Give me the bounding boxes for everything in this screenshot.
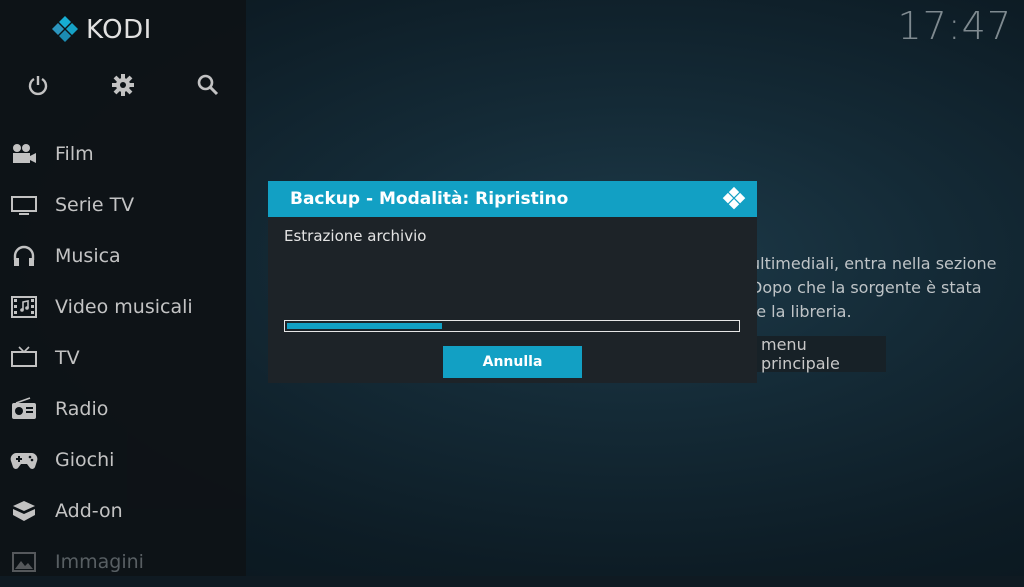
sidebar-item-label: Radio: [55, 397, 109, 420]
tv-icon: [9, 190, 39, 220]
sidebar-item-label: Serie TV: [55, 193, 135, 216]
film-icon: [9, 139, 39, 169]
sidebar-item-label: Video musicali: [55, 295, 193, 318]
sidebar-item-tv[interactable]: TV: [0, 332, 246, 383]
sidebar-item-musica[interactable]: Musica: [0, 230, 246, 281]
background-info-text: ultimediali, entra nella sezione Dopo ch…: [750, 252, 1010, 324]
kodi-logo-icon: [722, 186, 746, 210]
background-text-line: re la libreria.: [750, 302, 852, 321]
sidebar-item-film[interactable]: Film: [0, 128, 246, 179]
kodi-logo: KODI: [50, 14, 152, 46]
television-icon: [9, 343, 39, 373]
cancel-button[interactable]: Annulla: [443, 346, 582, 378]
background-text-line: ultimediali, entra nella sezione: [750, 254, 997, 273]
gamepad-icon: [9, 445, 39, 475]
sidebar-item-label: TV: [55, 346, 80, 369]
addon-box-icon: [9, 496, 39, 526]
sidebar-item-giochi[interactable]: Giochi: [0, 434, 246, 485]
sidebar-item-label: Add-on: [55, 499, 123, 522]
sidebar-item-radio[interactable]: Radio: [0, 383, 246, 434]
gear-icon[interactable]: [106, 68, 140, 102]
main-menu: Film Serie TV Musica Video musicali TV R…: [0, 128, 246, 587]
clock: 17:47: [897, 4, 1012, 48]
progress-bar-fill: [287, 323, 442, 329]
background-text-line: Dopo che la sorgente è stata: [750, 278, 982, 297]
sidebar-item-immagini[interactable]: Immagini: [0, 536, 246, 587]
sidebar-item-label: Musica: [55, 244, 121, 267]
sidebar-item-label: Film: [55, 142, 94, 165]
progress-dialog: Backup - Modalità: Ripristino Estrazione…: [268, 181, 757, 383]
dialog-title: Backup - Modalità: Ripristino: [290, 189, 569, 209]
top-icon-bar: [0, 68, 246, 102]
kodi-logo-text: KODI: [86, 15, 152, 45]
sidebar-item-label: Giochi: [55, 448, 115, 471]
main-menu-button[interactable]: menu principale: [745, 335, 886, 373]
radio-icon: [9, 394, 39, 424]
sidebar-item-video-musicali[interactable]: Video musicali: [0, 281, 246, 332]
progress-bar: [284, 320, 740, 332]
sidebar-item-serie-tv[interactable]: Serie TV: [0, 179, 246, 230]
headphones-icon: [9, 241, 39, 271]
music-video-icon: [9, 292, 39, 322]
sidebar: KODI Film Serie TV Musica Video musicali: [0, 0, 246, 576]
kodi-logo-icon: [52, 16, 78, 42]
sidebar-item-add-on[interactable]: Add-on: [0, 485, 246, 536]
dialog-header: Backup - Modalità: Ripristino: [268, 181, 757, 217]
search-icon[interactable]: [191, 68, 225, 102]
power-icon[interactable]: [21, 68, 55, 102]
sidebar-item-label: Immagini: [55, 550, 144, 573]
dialog-message: Estrazione archivio: [284, 227, 427, 245]
image-icon: [9, 547, 39, 577]
